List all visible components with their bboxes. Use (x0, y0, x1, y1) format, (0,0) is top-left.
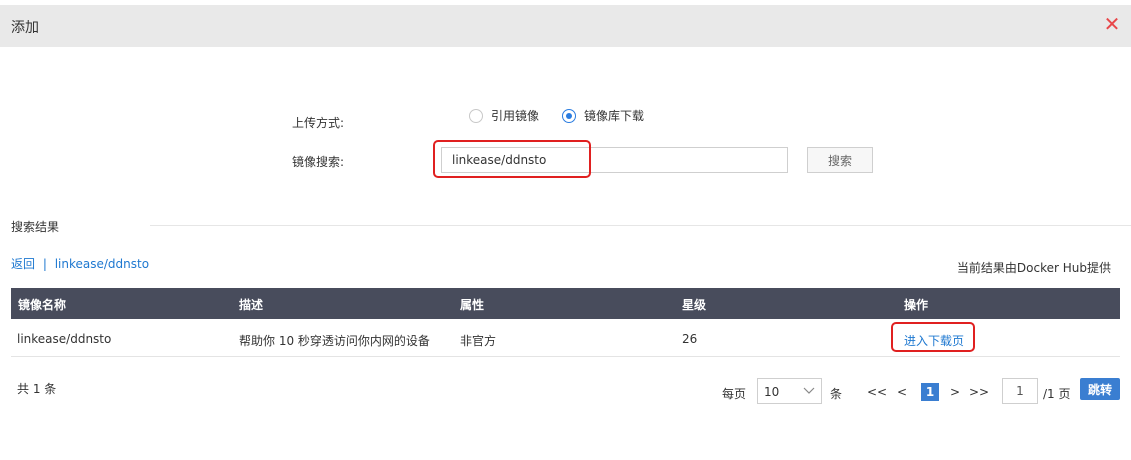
radio-registry-download[interactable]: 镜像库下载 (562, 107, 644, 124)
search-results-title: 搜索结果 (11, 220, 60, 234)
page-number-input[interactable] (1002, 378, 1038, 404)
radio-checked-icon[interactable] (562, 108, 576, 123)
image-search-input[interactable] (441, 147, 788, 173)
dialog-header: 添加 ✕ (0, 5, 1131, 47)
upload-method-label: 上传方式: (292, 116, 345, 130)
per-page-select[interactable]: 10 (757, 378, 822, 404)
radio-registry-download-label: 镜像库下载 (584, 109, 645, 123)
column-header-attribute: 属性 (460, 298, 485, 312)
cell-attribute: 非官方 (460, 334, 497, 348)
page-total: /1 页 (1043, 387, 1071, 401)
image-search-label: 镜像搜索: (292, 155, 345, 169)
per-page-value: 10 (764, 385, 780, 399)
current-page-button[interactable]: 1 (921, 383, 939, 401)
cell-image-name: linkease/ddnsto (17, 332, 112, 346)
breadcrumb-query[interactable]: linkease/ddnsto (55, 257, 149, 271)
table-header: 镜像名称 描述 属性 星级 操作 (11, 288, 1120, 319)
per-page-unit: 条 (830, 387, 843, 401)
column-header-name: 镜像名称 (18, 298, 67, 312)
enter-download-page-link[interactable]: 进入下载页 (904, 332, 964, 349)
results-table: 镜像名称 描述 属性 星级 操作 linkease/ddnsto 帮助你 10 … (11, 288, 1120, 357)
column-header-stars: 星级 (682, 298, 707, 312)
column-header-description: 描述 (239, 298, 264, 312)
next-page-button[interactable]: > (950, 385, 960, 399)
radio-reference-image-label: 引用镜像 (491, 109, 540, 123)
table-row: linkease/ddnsto 帮助你 10 秒穿透访问你内网的设备 非官方 2… (11, 319, 1120, 357)
close-icon[interactable]: ✕ (1103, 14, 1121, 34)
radio-circle-icon[interactable] (469, 108, 483, 123)
radio-reference-image[interactable]: 引用镜像 (469, 107, 539, 124)
dialog-title: 添加 (11, 20, 39, 36)
breadcrumb: 返回 | linkease/ddnsto (11, 255, 149, 272)
jump-button[interactable]: 跳转 (1080, 378, 1120, 400)
cell-stars: 26 (682, 332, 698, 346)
total-count: 共 1 条 (17, 382, 57, 396)
back-link[interactable]: 返回 (11, 257, 35, 271)
breadcrumb-separator: | (42, 257, 47, 271)
section-divider (150, 225, 1131, 226)
cell-description: 帮助你 10 秒穿透访问你内网的设备 (239, 334, 430, 348)
first-page-button[interactable]: << (867, 385, 887, 399)
search-button[interactable]: 搜索 (807, 147, 873, 173)
provider-note: 当前结果由Docker Hub提供 (956, 261, 1111, 275)
chevron-down-icon (803, 387, 815, 394)
per-page-label: 每页 (722, 387, 747, 401)
prev-page-button[interactable]: < (897, 385, 907, 399)
last-page-button[interactable]: >> (969, 385, 989, 399)
column-header-action: 操作 (904, 298, 929, 312)
